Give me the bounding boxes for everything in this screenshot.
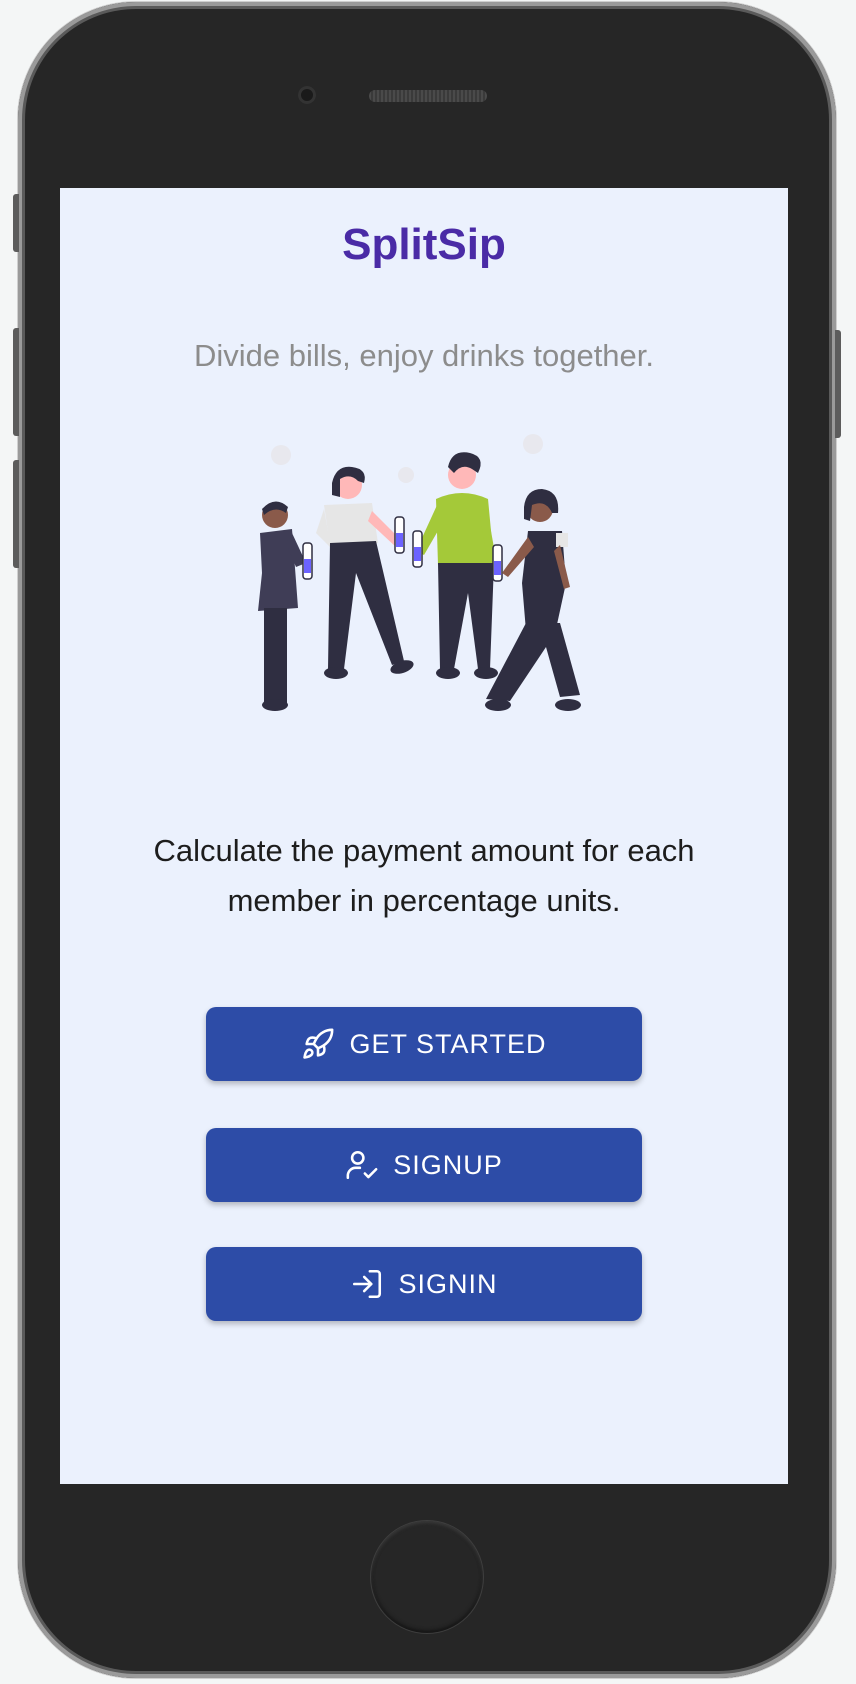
earpiece-speaker bbox=[369, 90, 487, 102]
person-4-figure bbox=[485, 489, 581, 711]
person-2-figure bbox=[316, 466, 414, 679]
signin-label: SIGNIN bbox=[398, 1268, 498, 1299]
volume-up-button bbox=[13, 328, 19, 436]
app-screen: SplitSip Divide bills, enjoy drinks toge… bbox=[60, 188, 788, 1484]
person-1-figure bbox=[258, 501, 313, 711]
app-subtitle: Divide bills, enjoy drinks together. bbox=[193, 338, 655, 373]
rocket-icon bbox=[301, 1027, 335, 1061]
front-camera bbox=[298, 86, 316, 104]
volume-down-button bbox=[13, 460, 19, 568]
login-icon bbox=[350, 1267, 384, 1301]
signup-button[interactable]: SIGNUP bbox=[206, 1128, 642, 1202]
get-started-button[interactable]: GET STARTED bbox=[206, 1007, 642, 1081]
person-3-figure bbox=[412, 452, 503, 679]
app-title: SplitSip bbox=[342, 220, 506, 269]
power-button bbox=[835, 330, 841, 438]
app-description: Calculate the payment amount for each me… bbox=[153, 833, 695, 918]
home-button[interactable] bbox=[370, 1520, 484, 1634]
get-started-label: GET STARTED bbox=[349, 1028, 547, 1059]
user-check-icon bbox=[345, 1148, 379, 1182]
signin-button[interactable]: SIGNIN bbox=[206, 1247, 642, 1321]
signup-label: SIGNUP bbox=[393, 1149, 503, 1180]
mute-switch bbox=[13, 194, 19, 252]
people-toasting-illustration bbox=[258, 434, 581, 711]
